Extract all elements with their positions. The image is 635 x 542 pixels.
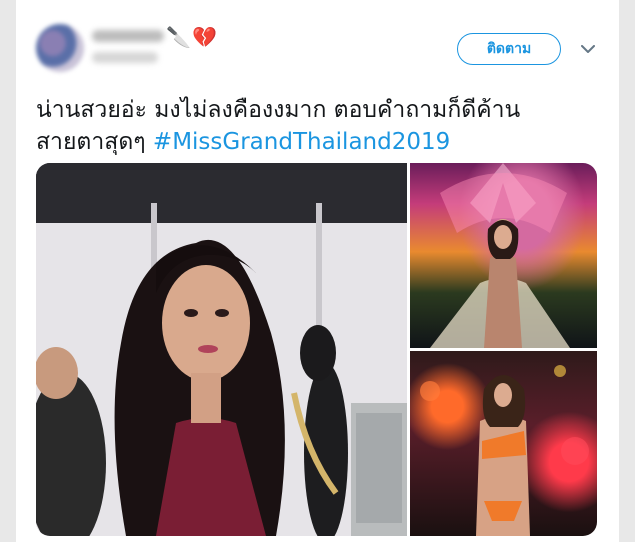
hashtag-link[interactable]: #MissGrandThailand2019 — [153, 129, 450, 155]
avatar[interactable] — [36, 24, 84, 72]
tweet-text-line-2-prefix: สายตาสุดๆ — [36, 129, 153, 155]
media-photo-backstage[interactable] — [36, 163, 407, 536]
author-name-blurred[interactable] — [92, 30, 164, 42]
swimsuit-illustration — [420, 365, 589, 536]
tweet-text-line-2: สายตาสุดๆ #MissGrandThailand2019 — [36, 126, 606, 158]
chevron-down-icon[interactable] — [576, 37, 600, 61]
knife-icon: 🔪 — [166, 25, 191, 49]
tweet-card: 🔪 💔 ติดตาม น่านสวยอ่ะ มงไม่ลงคืองงมาก ตอ… — [16, 0, 619, 542]
gown-illustration — [430, 163, 570, 348]
broken-heart-icon: 💔 — [192, 25, 217, 49]
follow-button[interactable]: ติดตาม — [457, 33, 561, 65]
author-handle-blurred — [92, 52, 158, 63]
tweet-text-line-1: น่านสวยอ่ะ มงไม่ลงคืองงมาก ตอบคำถามก็ดีค… — [36, 97, 521, 123]
media-photo-swimsuit[interactable] — [410, 351, 597, 536]
media-photo-gown[interactable] — [410, 163, 597, 348]
tweet-text: น่านสวยอ่ะ มงไม่ลงคืองงมาก ตอบคำถามก็ดีค… — [36, 94, 606, 158]
backstage-illustration — [36, 163, 407, 536]
tweet-media-grid — [36, 163, 597, 536]
chevron-down-shape — [581, 44, 595, 53]
